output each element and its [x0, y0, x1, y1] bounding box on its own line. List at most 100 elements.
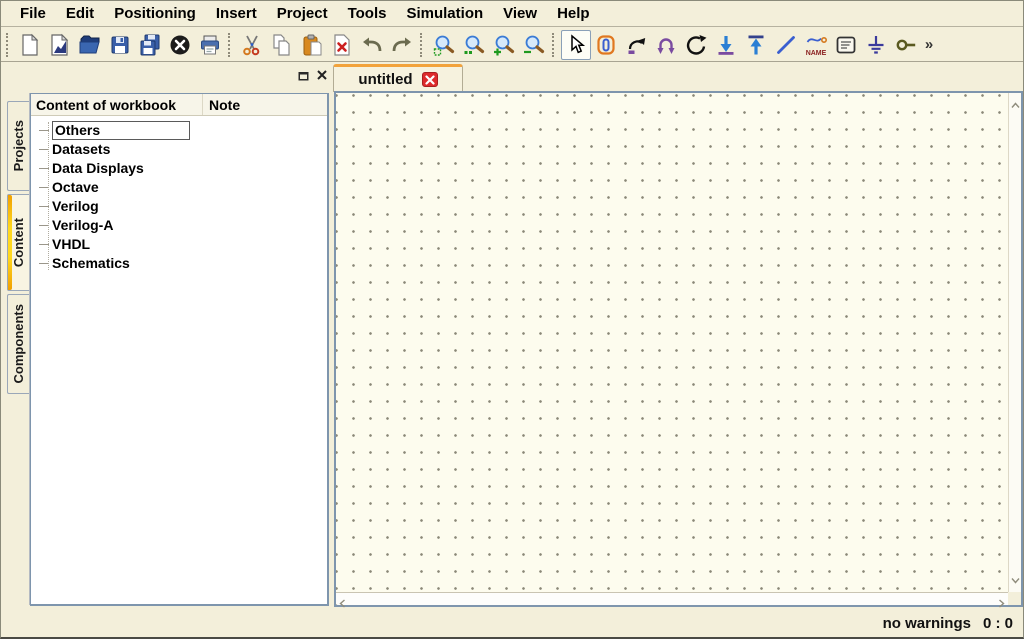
- dock-close-button[interactable]: [314, 67, 330, 83]
- open-button[interactable]: [75, 30, 105, 60]
- tree-branch-tick: [39, 130, 49, 131]
- save-all-button[interactable]: [135, 30, 165, 60]
- column-header-note[interactable]: Note: [203, 97, 327, 113]
- close-file-button[interactable]: [165, 30, 195, 60]
- zoom-100-icon: [462, 33, 486, 57]
- mirror-x-down-button[interactable]: [711, 30, 741, 60]
- menu-tools[interactable]: Tools: [339, 3, 396, 24]
- rotate-cw-button[interactable]: [621, 30, 651, 60]
- cut-scissors-icon: [240, 33, 264, 57]
- close-icon: [316, 69, 328, 81]
- insert-ground-icon: [864, 33, 888, 57]
- new-text-document-icon: [48, 33, 72, 57]
- tree-item-label: Verilog: [52, 198, 99, 215]
- column-header-content[interactable]: Content of workbook: [31, 94, 203, 115]
- paste-button[interactable]: [297, 30, 327, 60]
- tree-item-label: Data Displays: [52, 160, 144, 177]
- menu-simulation[interactable]: Simulation: [397, 3, 492, 24]
- tree-branch-tick: [39, 263, 49, 264]
- status-cursor-position: 0 : 0: [983, 615, 1013, 632]
- tree-item-others[interactable]: Others: [31, 121, 327, 140]
- zoom-100-button[interactable]: [459, 30, 489, 60]
- close-file-icon: [168, 33, 192, 57]
- tree-branch-tick: [39, 206, 49, 207]
- menu-edit[interactable]: Edit: [57, 3, 103, 24]
- redo-icon: [390, 33, 414, 57]
- close-icon: [425, 75, 435, 85]
- select-pointer-button[interactable]: [561, 30, 591, 60]
- sidebar-tabstrip: Projects Content Components: [6, 93, 30, 605]
- menu-project[interactable]: Project: [268, 3, 337, 24]
- tree-item-vhdl[interactable]: VHDL: [31, 235, 327, 254]
- insert-wire-button[interactable]: [771, 30, 801, 60]
- menu-help[interactable]: Help: [548, 3, 599, 24]
- select-pointer-icon: [564, 33, 588, 57]
- tab-label: untitled: [358, 71, 412, 88]
- scroll-down-icon[interactable]: [1011, 571, 1020, 589]
- schematic-canvas[interactable]: [334, 91, 1023, 607]
- horizontal-scrollbar[interactable]: [336, 592, 1008, 605]
- zoom-in-button[interactable]: [489, 30, 519, 60]
- float-window-icon: [297, 69, 310, 82]
- tab-close-button[interactable]: [422, 72, 438, 87]
- menu-file[interactable]: File: [11, 3, 55, 24]
- dock-float-button[interactable]: [295, 67, 311, 83]
- wire-label-button[interactable]: NAME: [801, 30, 831, 60]
- save-icon: [108, 33, 132, 57]
- insert-port-button[interactable]: [891, 30, 921, 60]
- insert-ground-button[interactable]: [861, 30, 891, 60]
- mirror-x-up-button[interactable]: [741, 30, 771, 60]
- menu-view[interactable]: View: [494, 3, 546, 24]
- toolbar-handle: [420, 33, 425, 57]
- tree-item-verilog[interactable]: Verilog: [31, 197, 327, 216]
- zoom-out-button[interactable]: [519, 30, 549, 60]
- tree-item-data-displays[interactable]: Data Displays: [31, 159, 327, 178]
- delete-button[interactable]: [327, 30, 357, 60]
- deactivate-component-button[interactable]: [591, 30, 621, 60]
- tree-item-label: Schematics: [52, 255, 130, 272]
- undo-button[interactable]: [357, 30, 387, 60]
- menu-positioning[interactable]: Positioning: [105, 3, 205, 24]
- toolbar-overflow-chevron[interactable]: »: [921, 36, 937, 53]
- tree-item-label: Octave: [52, 179, 99, 196]
- insert-text-icon: [834, 33, 858, 57]
- content-tree: Others Datasets Data Displays Octave Ver…: [31, 116, 327, 273]
- rotate-ccw-button[interactable]: [681, 30, 711, 60]
- mirror-y-axis-button[interactable]: [651, 30, 681, 60]
- print-button[interactable]: [195, 30, 225, 60]
- sidebar-tab-projects[interactable]: Projects: [7, 101, 29, 191]
- mirror-y-axis-icon: [654, 33, 678, 57]
- dock-tab-row: untitled: [1, 63, 1023, 91]
- delete-icon: [330, 33, 354, 57]
- sidebar-tab-content[interactable]: Content: [7, 194, 29, 291]
- scrollbar-corner: [1008, 592, 1021, 605]
- zoom-fit-button[interactable]: [429, 30, 459, 60]
- vertical-scrollbar[interactable]: [1008, 93, 1021, 592]
- redo-button[interactable]: [387, 30, 417, 60]
- new-file-button[interactable]: [15, 30, 45, 60]
- content-panel: Content of workbook Note Others Datasets…: [30, 93, 329, 606]
- undo-icon: [360, 33, 384, 57]
- scroll-up-icon[interactable]: [1011, 96, 1020, 114]
- copy-icon: [270, 33, 294, 57]
- copy-button[interactable]: [267, 30, 297, 60]
- sidebar-tab-components[interactable]: Components: [7, 294, 29, 394]
- tree-branch-tick: [39, 168, 49, 169]
- menu-insert[interactable]: Insert: [207, 3, 266, 24]
- cut-button[interactable]: [237, 30, 267, 60]
- tree-item-schematics[interactable]: Schematics: [31, 254, 327, 273]
- new-text-document-button[interactable]: [45, 30, 75, 60]
- tree-item-verilog-a[interactable]: Verilog-A: [31, 216, 327, 235]
- print-icon: [198, 33, 222, 57]
- tree-item-label: Verilog-A: [52, 217, 113, 234]
- menu-bar: File Edit Positioning Insert Project Too…: [1, 1, 1023, 27]
- tree-item-datasets[interactable]: Datasets: [31, 140, 327, 159]
- save-all-icon: [138, 33, 162, 57]
- save-button[interactable]: [105, 30, 135, 60]
- tab-untitled[interactable]: untitled: [333, 64, 463, 92]
- sidebar-tab-label: Content: [11, 218, 26, 267]
- tree-item-octave[interactable]: Octave: [31, 178, 327, 197]
- toolbar-handle: [6, 33, 11, 57]
- new-file-icon: [18, 33, 42, 57]
- insert-text-button[interactable]: [831, 30, 861, 60]
